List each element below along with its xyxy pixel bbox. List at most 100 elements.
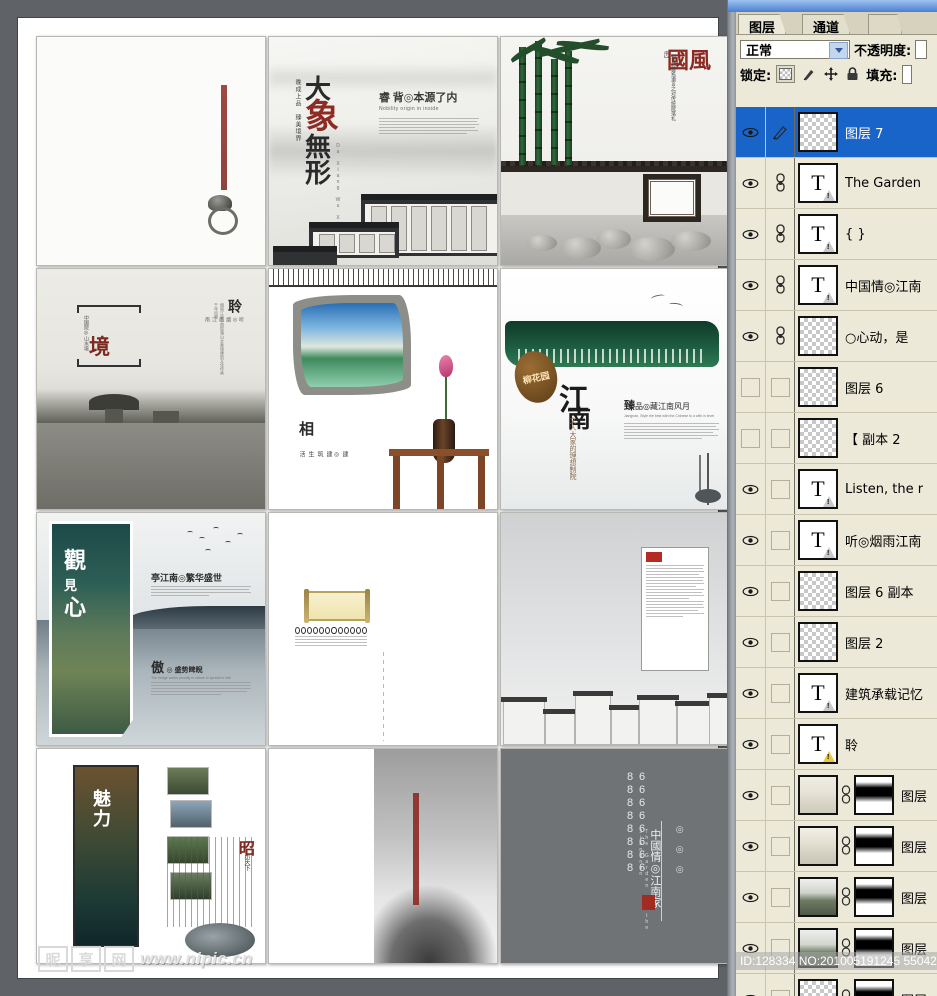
layer-visibility-toggle[interactable] bbox=[736, 311, 766, 361]
mask-link-icon[interactable] bbox=[841, 835, 851, 857]
layer-row[interactable]: ○心动，是 bbox=[736, 311, 937, 362]
tab-layers[interactable]: 图层 bbox=[738, 14, 787, 34]
layer-row[interactable]: 图层 6 bbox=[736, 362, 937, 413]
brochure-page-7[interactable]: 觀見心 亭江南◎繁华盛世 傲 ◎ 盛势睥睨 The bridge works p… bbox=[36, 512, 266, 746]
layer-link-toggle[interactable] bbox=[766, 413, 795, 463]
layer-mask-thumbnail[interactable] bbox=[854, 877, 894, 917]
layer-link-toggle[interactable] bbox=[766, 515, 795, 565]
layer-thumbnail-transparent[interactable] bbox=[798, 571, 838, 611]
brochure-page-4[interactable]: 中国院◎山水境 境 聆 听◎烟雨江南 烟雨江南中国院落山水意境建筑文化传承千年风… bbox=[36, 268, 266, 510]
tab-paths[interactable] bbox=[868, 14, 902, 34]
layer-visibility-toggle[interactable] bbox=[736, 821, 766, 871]
brochure-page-10[interactable]: 魅力 昭 示天下 bbox=[36, 748, 266, 964]
layer-row[interactable]: T聆 bbox=[736, 719, 937, 770]
layer-thumbnail-text[interactable]: T bbox=[798, 163, 838, 203]
panel-titlebar[interactable] bbox=[728, 0, 937, 12]
layer-row[interactable]: T Listen, the r bbox=[736, 464, 937, 515]
layer-thumbnail-text[interactable]: T bbox=[798, 214, 838, 254]
layer-visibility-toggle[interactable] bbox=[736, 974, 766, 996]
brochure-page-12[interactable]: 66666666 88888888 中國情◎江南家 The Garden in … bbox=[500, 748, 728, 964]
lock-image-pixels-icon[interactable] bbox=[800, 66, 817, 82]
layer-list[interactable]: 图层 7 T The Garden T { } T 中国情◎江南 ○心动，是图层 6 【 副本 … bbox=[736, 107, 937, 996]
layer-thumbnail-text[interactable]: T bbox=[798, 724, 838, 764]
layer-link-toggle[interactable] bbox=[766, 362, 795, 412]
layer-visibility-toggle[interactable] bbox=[736, 107, 766, 157]
layer-row[interactable]: 图层 6 副本 bbox=[736, 566, 937, 617]
layer-row[interactable]: 图层 bbox=[736, 821, 937, 872]
layer-link-toggle[interactable] bbox=[766, 311, 795, 361]
mask-link-icon[interactable] bbox=[841, 988, 851, 996]
layer-thumbnail-transparent[interactable] bbox=[798, 622, 838, 662]
layer-visibility-toggle[interactable] bbox=[736, 413, 766, 463]
layer-visibility-toggle[interactable] bbox=[736, 515, 766, 565]
panel-tabs[interactable]: 图层 通道 bbox=[736, 12, 937, 35]
blend-mode-select[interactable]: 正常 bbox=[740, 39, 850, 59]
brochure-page-9[interactable] bbox=[500, 512, 728, 746]
brochure-page-11[interactable] bbox=[268, 748, 498, 964]
layer-visibility-toggle[interactable] bbox=[736, 158, 766, 208]
layer-thumbnail-text[interactable]: T bbox=[798, 520, 838, 560]
layer-link-toggle[interactable] bbox=[766, 566, 795, 616]
chevron-down-icon[interactable] bbox=[829, 41, 848, 59]
layer-row[interactable]: T The Garden bbox=[736, 158, 937, 209]
layer-row[interactable]: 图层 bbox=[736, 872, 937, 923]
brochure-page-2[interactable]: 晚成上品 臻美境界 大 象 無 形 Da Xiang Wu Xing 睿 背◎本… bbox=[268, 36, 498, 266]
lock-transparent-pixels-icon[interactable] bbox=[776, 65, 796, 83]
layer-row[interactable]: 图层 bbox=[736, 770, 937, 821]
layer-visibility-toggle[interactable] bbox=[736, 872, 766, 922]
lock-position-icon[interactable] bbox=[822, 66, 839, 82]
mask-link-icon[interactable] bbox=[841, 784, 851, 806]
fill-input[interactable] bbox=[902, 64, 913, 84]
layer-thumbnail-image[interactable] bbox=[798, 775, 838, 815]
layer-mask-thumbnail[interactable] bbox=[854, 826, 894, 866]
layer-link-toggle[interactable] bbox=[766, 668, 795, 718]
brochure-page-1[interactable] bbox=[36, 36, 266, 266]
layer-link-toggle[interactable] bbox=[766, 107, 795, 157]
layer-visibility-toggle[interactable] bbox=[736, 260, 766, 310]
layer-thumbnail-text[interactable]: T bbox=[798, 265, 838, 305]
layer-link-toggle[interactable] bbox=[766, 464, 795, 514]
brochure-page-8[interactable] bbox=[268, 512, 498, 746]
layer-mask-thumbnail[interactable] bbox=[854, 979, 894, 996]
layer-thumbnail-text[interactable]: T bbox=[798, 673, 838, 713]
layer-visibility-toggle[interactable] bbox=[736, 566, 766, 616]
layer-link-toggle[interactable] bbox=[766, 770, 795, 820]
layers-panel[interactable]: 图层 通道 正常 不透明度: 锁定: 填充: 图层 7 T ! The Gard… bbox=[727, 0, 937, 996]
layer-row[interactable]: 【 副本 2 bbox=[736, 413, 937, 464]
layer-link-toggle[interactable] bbox=[766, 821, 795, 871]
layer-visibility-toggle[interactable] bbox=[736, 464, 766, 514]
layer-row[interactable]: 图层 7 bbox=[736, 107, 937, 158]
layer-row[interactable]: 图层 2 bbox=[736, 617, 937, 668]
layer-thumbnail-transparent[interactable] bbox=[798, 112, 838, 152]
layer-thumbnail-image[interactable] bbox=[798, 826, 838, 866]
mask-link-icon[interactable] bbox=[841, 886, 851, 908]
layer-thumbnail-transparent[interactable] bbox=[798, 979, 838, 996]
layer-thumbnail-image[interactable] bbox=[798, 877, 838, 917]
lock-all-icon[interactable] bbox=[844, 66, 861, 82]
layer-visibility-toggle[interactable] bbox=[736, 668, 766, 718]
opacity-input[interactable] bbox=[915, 39, 928, 59]
layer-visibility-toggle[interactable] bbox=[736, 719, 766, 769]
layer-thumbnail-transparent[interactable] bbox=[798, 418, 838, 458]
brochure-page-3[interactable]: 國風 【现代建筑语言之对传统院落礼序】 bbox=[500, 36, 728, 266]
layer-thumbnail-transparent[interactable] bbox=[798, 316, 838, 356]
layer-link-toggle[interactable] bbox=[766, 974, 795, 996]
layer-visibility-toggle[interactable] bbox=[736, 209, 766, 259]
document-preview-canvas[interactable]: 晚成上品 臻美境界 大 象 無 形 Da Xiang Wu Xing 睿 背◎本… bbox=[0, 0, 728, 996]
tab-channels[interactable]: 通道 bbox=[802, 14, 851, 34]
layer-link-toggle[interactable] bbox=[766, 617, 795, 667]
layer-link-toggle[interactable] bbox=[766, 260, 795, 310]
layer-visibility-toggle[interactable] bbox=[736, 770, 766, 820]
layer-thumbnail-transparent[interactable] bbox=[798, 367, 838, 407]
layer-row[interactable]: 图层 bbox=[736, 974, 937, 996]
layer-link-toggle[interactable] bbox=[766, 209, 795, 259]
layer-thumbnail-text[interactable]: T bbox=[798, 469, 838, 509]
layer-visibility-toggle[interactable] bbox=[736, 617, 766, 667]
layer-link-toggle[interactable] bbox=[766, 872, 795, 922]
layer-link-toggle[interactable] bbox=[766, 719, 795, 769]
layer-row[interactable]: T 中国情◎江南 bbox=[736, 260, 937, 311]
layer-row[interactable]: T { } bbox=[736, 209, 937, 260]
layer-link-toggle[interactable] bbox=[766, 158, 795, 208]
layer-row[interactable]: T 听◎烟雨江南 bbox=[736, 515, 937, 566]
layer-row[interactable]: T 建筑承载记忆 bbox=[736, 668, 937, 719]
